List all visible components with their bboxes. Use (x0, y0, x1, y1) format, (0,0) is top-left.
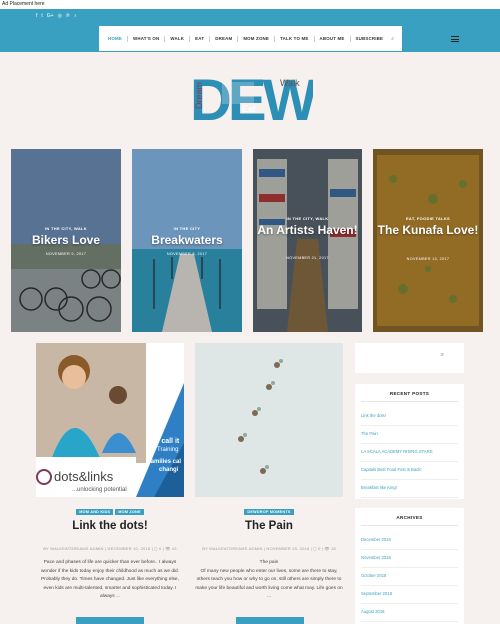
sidebar-search[interactable]: ⌕ (355, 343, 464, 373)
post-image-dots-links[interactable]: We call it Training Families cal changi … (36, 343, 184, 497)
post-card: DEWDROP MOMENTS The Pain BY WALKEATDREAM… (195, 343, 345, 624)
recent-post-link[interactable]: Link the dots! (361, 408, 458, 426)
instagram-icon[interactable]: ◎ (58, 13, 62, 19)
nav-item-home[interactable]: HOME (103, 36, 127, 42)
post-card: We call it Training Families cal changi … (36, 343, 186, 624)
featured-category: IN THE CITY (173, 226, 201, 231)
read-more-button[interactable] (236, 617, 304, 624)
post-title[interactable]: Link the dots! (36, 520, 184, 532)
archive-link[interactable]: September 2018 (361, 586, 458, 604)
nav-item-mom-zone[interactable]: MOM ZONE (237, 35, 274, 42)
nav-item-about-me[interactable]: ABOUT ME (313, 35, 350, 42)
read-more-button[interactable] (76, 617, 144, 624)
post-image-the-pain[interactable] (195, 343, 343, 497)
post-tags: MOM AND KIDS MOM ZONE (36, 509, 184, 515)
featured-post[interactable]: IN THE CITY, WALK An Artists Haven! NOVE… (253, 149, 362, 332)
post-excerpt: Pace and phases of life are quicker than… (40, 560, 180, 600)
featured-title[interactable]: Breakwaters (132, 233, 242, 247)
archive-link[interactable]: August 2018 (361, 604, 458, 622)
featured-date: NOVEMBER 13, 2017 (406, 257, 450, 261)
featured-title[interactable]: Bikers Love (11, 233, 121, 247)
recent-posts-title: RECENT POSTS (361, 391, 458, 402)
featured-title[interactable]: An Artists Haven! (253, 223, 362, 237)
tag-mom-zone[interactable]: MOM ZONE (115, 509, 144, 515)
archive-link[interactable]: December 2018 (361, 532, 458, 550)
image-callout-4: changi (159, 467, 179, 473)
google-plus-icon[interactable]: G+ (47, 13, 54, 19)
featured-category: EAT, FOODIE TALKS (405, 216, 451, 221)
facebook-icon[interactable]: f (36, 13, 37, 19)
post-excerpt-lead: The pain (259, 560, 279, 565)
featured-date: NOVEMBER 8, 2017 (166, 252, 208, 256)
recent-post-link[interactable]: LA SCALA ACADEMY RISING STARS (361, 444, 458, 462)
search-icon[interactable]: ⌕ (391, 36, 394, 42)
post-tags: DEWDROP MOMENTS (195, 509, 343, 515)
featured-post[interactable]: IN THE CITY, WALK Bikers Love NOVEMBER 9… (11, 149, 121, 332)
image-callout-3: Families cal (147, 459, 181, 465)
ad-placement: Ad Placement here (0, 0, 500, 9)
site-logo[interactable]: DEW Dream Eat Walk (188, 64, 313, 134)
logo-eat: Eat (242, 104, 256, 114)
nav-item-talk-to-me[interactable]: TALK TO ME (274, 35, 313, 42)
pinterest-icon[interactable]: ℗ (66, 13, 70, 19)
nav-item-dream[interactable]: DREAM (209, 35, 237, 42)
featured-date: NOVEMBER 21, 2017 (286, 256, 329, 260)
nav-item-subscribe[interactable]: SUBSCRIBE (349, 35, 389, 42)
social-links: f t G+ ◎ ℗ ♁ (36, 13, 77, 19)
blog-icon[interactable]: ♁ (74, 13, 78, 19)
post-excerpt: The pain Of many new people who enter ou… (195, 559, 343, 602)
archive-link[interactable]: October 2018 (361, 568, 458, 586)
featured-category: IN THE CITY, WALK (45, 226, 87, 231)
image-brand: dots&links (54, 469, 114, 484)
post-meta: BY WALKEATDREAMS ADMIN | NOVEMBER 25, 20… (202, 546, 336, 551)
image-callout-1: We call it (149, 438, 180, 445)
post-title[interactable]: The Pain (195, 520, 343, 532)
logo-dream: Dream (194, 82, 204, 109)
menu-icon[interactable] (451, 36, 459, 42)
featured-category: IN THE CITY, WALK (286, 216, 329, 221)
archives-widget: ARCHIVES December 2018 November 2018 Oct… (355, 508, 464, 624)
image-callout-2: Training (157, 447, 178, 453)
archive-link[interactable]: November 2018 (361, 550, 458, 568)
search-icon[interactable]: ⌕ (441, 352, 444, 359)
featured-date: NOVEMBER 9, 2017 (45, 252, 87, 256)
featured-image-kunafa (373, 149, 483, 332)
recent-post-link[interactable]: Capitals Best Food Fest is Back! (361, 462, 458, 480)
recent-post-link[interactable]: The Pain (361, 426, 458, 444)
logo-walk: Walk (280, 78, 300, 88)
nav-item-eat[interactable]: EAT (189, 35, 209, 42)
featured-post[interactable]: IN THE CITY Breakwaters NOVEMBER 8, 2017 (132, 149, 242, 332)
nav-item-walk[interactable]: WALK (164, 35, 189, 42)
featured-post[interactable]: EAT, FOODIE TALKS The Kunafa Love! NOVEM… (373, 149, 483, 332)
post-excerpt-body: Of many new people who enter our lives, … (195, 568, 343, 600)
post-meta: BY WALKEATDREAMS ADMIN | DECEMBER 10, 20… (43, 546, 177, 551)
archives-title: ARCHIVES (361, 515, 458, 526)
tag-mom-and-kids[interactable]: MOM AND KIDS (76, 509, 114, 515)
featured-image-art-store (253, 149, 362, 332)
tag-dewdrop-moments[interactable]: DEWDROP MOMENTS (244, 509, 294, 515)
main-nav: HOME WHAT'S ON WALK EAT DREAM MOM ZONE T… (99, 26, 402, 51)
recent-post-link[interactable]: Breakfast like King! (361, 480, 458, 498)
featured-title[interactable]: The Kunafa Love! (373, 223, 483, 237)
nav-item-whats-on[interactable]: WHAT'S ON (126, 35, 164, 42)
twitter-icon[interactable]: t (41, 13, 42, 19)
recent-posts-widget: RECENT POSTS Link the dots! The Pain LA … (355, 384, 464, 499)
image-tagline: ...unlocking potential (72, 487, 127, 493)
